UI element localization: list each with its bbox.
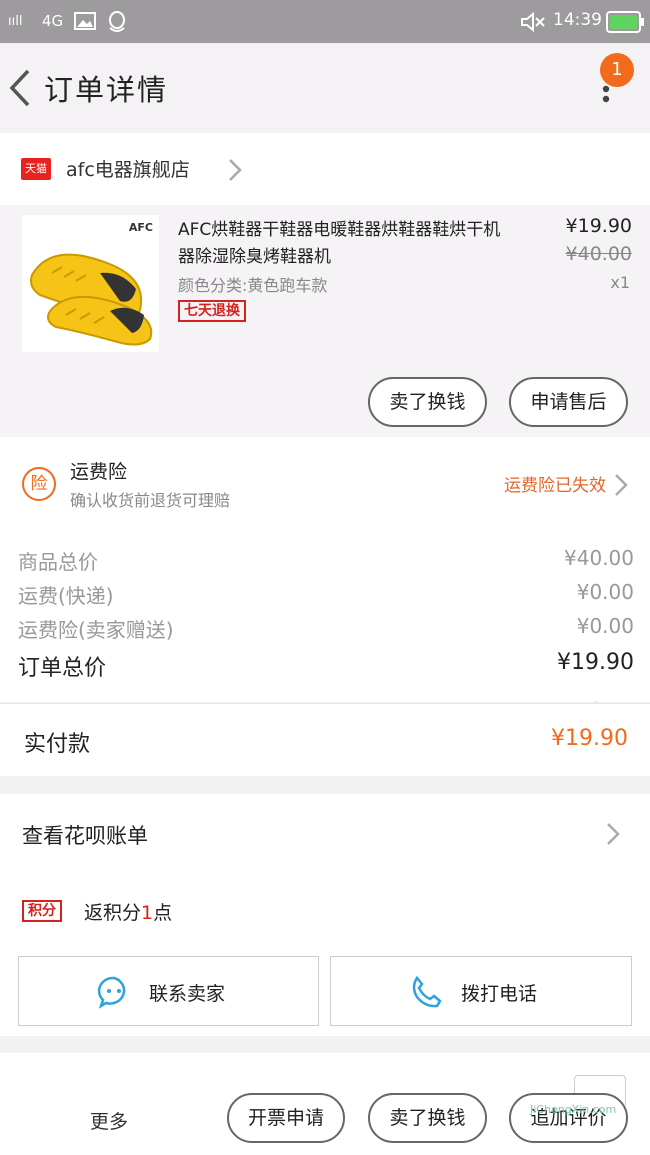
summary-label: 商品总价 [18,550,98,574]
append-review-button[interactable]: 追加评价 [509,1093,628,1143]
points-suffix: 点 [153,902,173,924]
image-icon [74,12,96,30]
product-thumbnail[interactable]: AFC [22,215,159,352]
chevron-right-icon [607,823,620,845]
insurance-subtitle: 确认收货前退货可理赔 [70,491,231,510]
actual-payment-value: ¥19.90 [551,726,628,751]
notification-badge: 1 [600,53,634,87]
summary-label: 运费(快递) [18,584,114,608]
product-price: ¥19.90 [565,215,632,237]
qq-icon [109,11,125,32]
shop-name: afc电器旗舰店 [66,159,190,181]
actual-payment-row: 实付款 ¥19.90 [0,703,650,776]
product-card[interactable]: AFC AFC烘鞋器干鞋器电暖鞋器烘鞋器鞋烘干机器除湿除臭烤鞋器机 颜色分类:黄… [0,205,650,437]
bottom-action-bar: 更多 开票申请 卖了换钱 追加评价 JiChengXin.com [0,1053,650,1155]
insurance-icon: 险 [22,467,56,501]
summary-row: 运费险(卖家赠送) ¥0.00 [0,610,650,644]
insurance-status: 运费险已失效 [504,476,606,496]
sell-item-bottom-button[interactable]: 卖了换钱 [368,1093,487,1143]
order-total-value: ¥19.90 [557,650,634,675]
call-phone-label: 拨打电话 [461,983,538,1005]
insurance-title: 运费险 [70,461,128,483]
phone-icon [412,975,442,1008]
summary-label: 运费险(卖家赠送) [18,618,174,642]
battery-icon [606,11,644,33]
invoice-request-button[interactable]: 开票申请 [227,1093,345,1143]
call-phone-button[interactable]: 拨打电话 [330,956,632,1026]
points-count: 1 [141,902,154,924]
product-brand-mark: AFC [128,221,153,234]
summary-row: 商品总价 ¥40.00 [0,542,650,576]
product-spec: 颜色分类:黄色跑车款 [178,276,328,295]
return-policy-tag: 七天退换 [178,300,246,322]
chevron-right-icon [615,474,628,496]
price-summary: 商品总价 ¥40.00 运费(快递) ¥0.00 运费险(卖家赠送) ¥0.00… [0,532,650,702]
status-bar: ııll 4G 14:39 [0,0,650,43]
product-quantity: x1 [610,273,630,292]
app-bar: 订单详情 1 [0,43,650,142]
product-title[interactable]: AFC烘鞋器干鞋器电暖鞋器烘鞋器鞋烘干机器除湿除臭烤鞋器机 [178,217,508,271]
mute-icon [521,12,545,32]
summary-value: ¥0.00 [576,580,634,604]
order-total-label: 订单总价 [18,656,107,681]
points-tag: 积分 [22,900,62,922]
sell-item-button[interactable]: 卖了换钱 [368,377,487,427]
after-sales-button[interactable]: 申请售后 [509,377,628,427]
original-price: ¥40.00 [565,243,632,265]
order-total-row: 订单总价 ¥19.90 [0,646,650,681]
summary-row: 运费(快递) ¥0.00 [0,576,650,610]
shoe-dryer-image [30,253,153,346]
points-text: 返积分1点 [84,898,172,925]
signal-icon: ııll [8,14,23,29]
shipping-insurance-row[interactable]: 险 运费险 确认收货前退货可理赔 运费险已失效 [0,437,650,532]
tmall-logo: 天猫 [21,158,51,180]
points-prefix: 返积分 [84,902,142,924]
summary-value: ¥40.00 [564,546,634,570]
site-watermark: JiChengXin.com [530,1103,617,1116]
contact-seller-label: 联系卖家 [149,983,226,1005]
network-label: 4G [42,12,64,30]
page-title: 订单详情 [44,73,169,107]
shop-row[interactable]: 天猫 afc电器旗舰店 [0,133,650,205]
more-button[interactable]: 更多 [90,1107,128,1134]
clock: 14:39 [553,10,602,30]
chat-bubble-icon [97,976,126,1009]
back-arrow-icon[interactable] [6,65,36,111]
chevron-right-icon [229,159,242,181]
contact-seller-button[interactable]: 联系卖家 [18,956,319,1026]
actual-payment-label: 实付款 [24,732,91,757]
summary-value: ¥0.00 [576,614,634,638]
huabei-bill-link[interactable]: 查看花呗账单 [22,820,148,850]
lower-section: 查看花呗账单 积分 返积分1点 联系卖家 拨打电话 [0,794,650,1036]
